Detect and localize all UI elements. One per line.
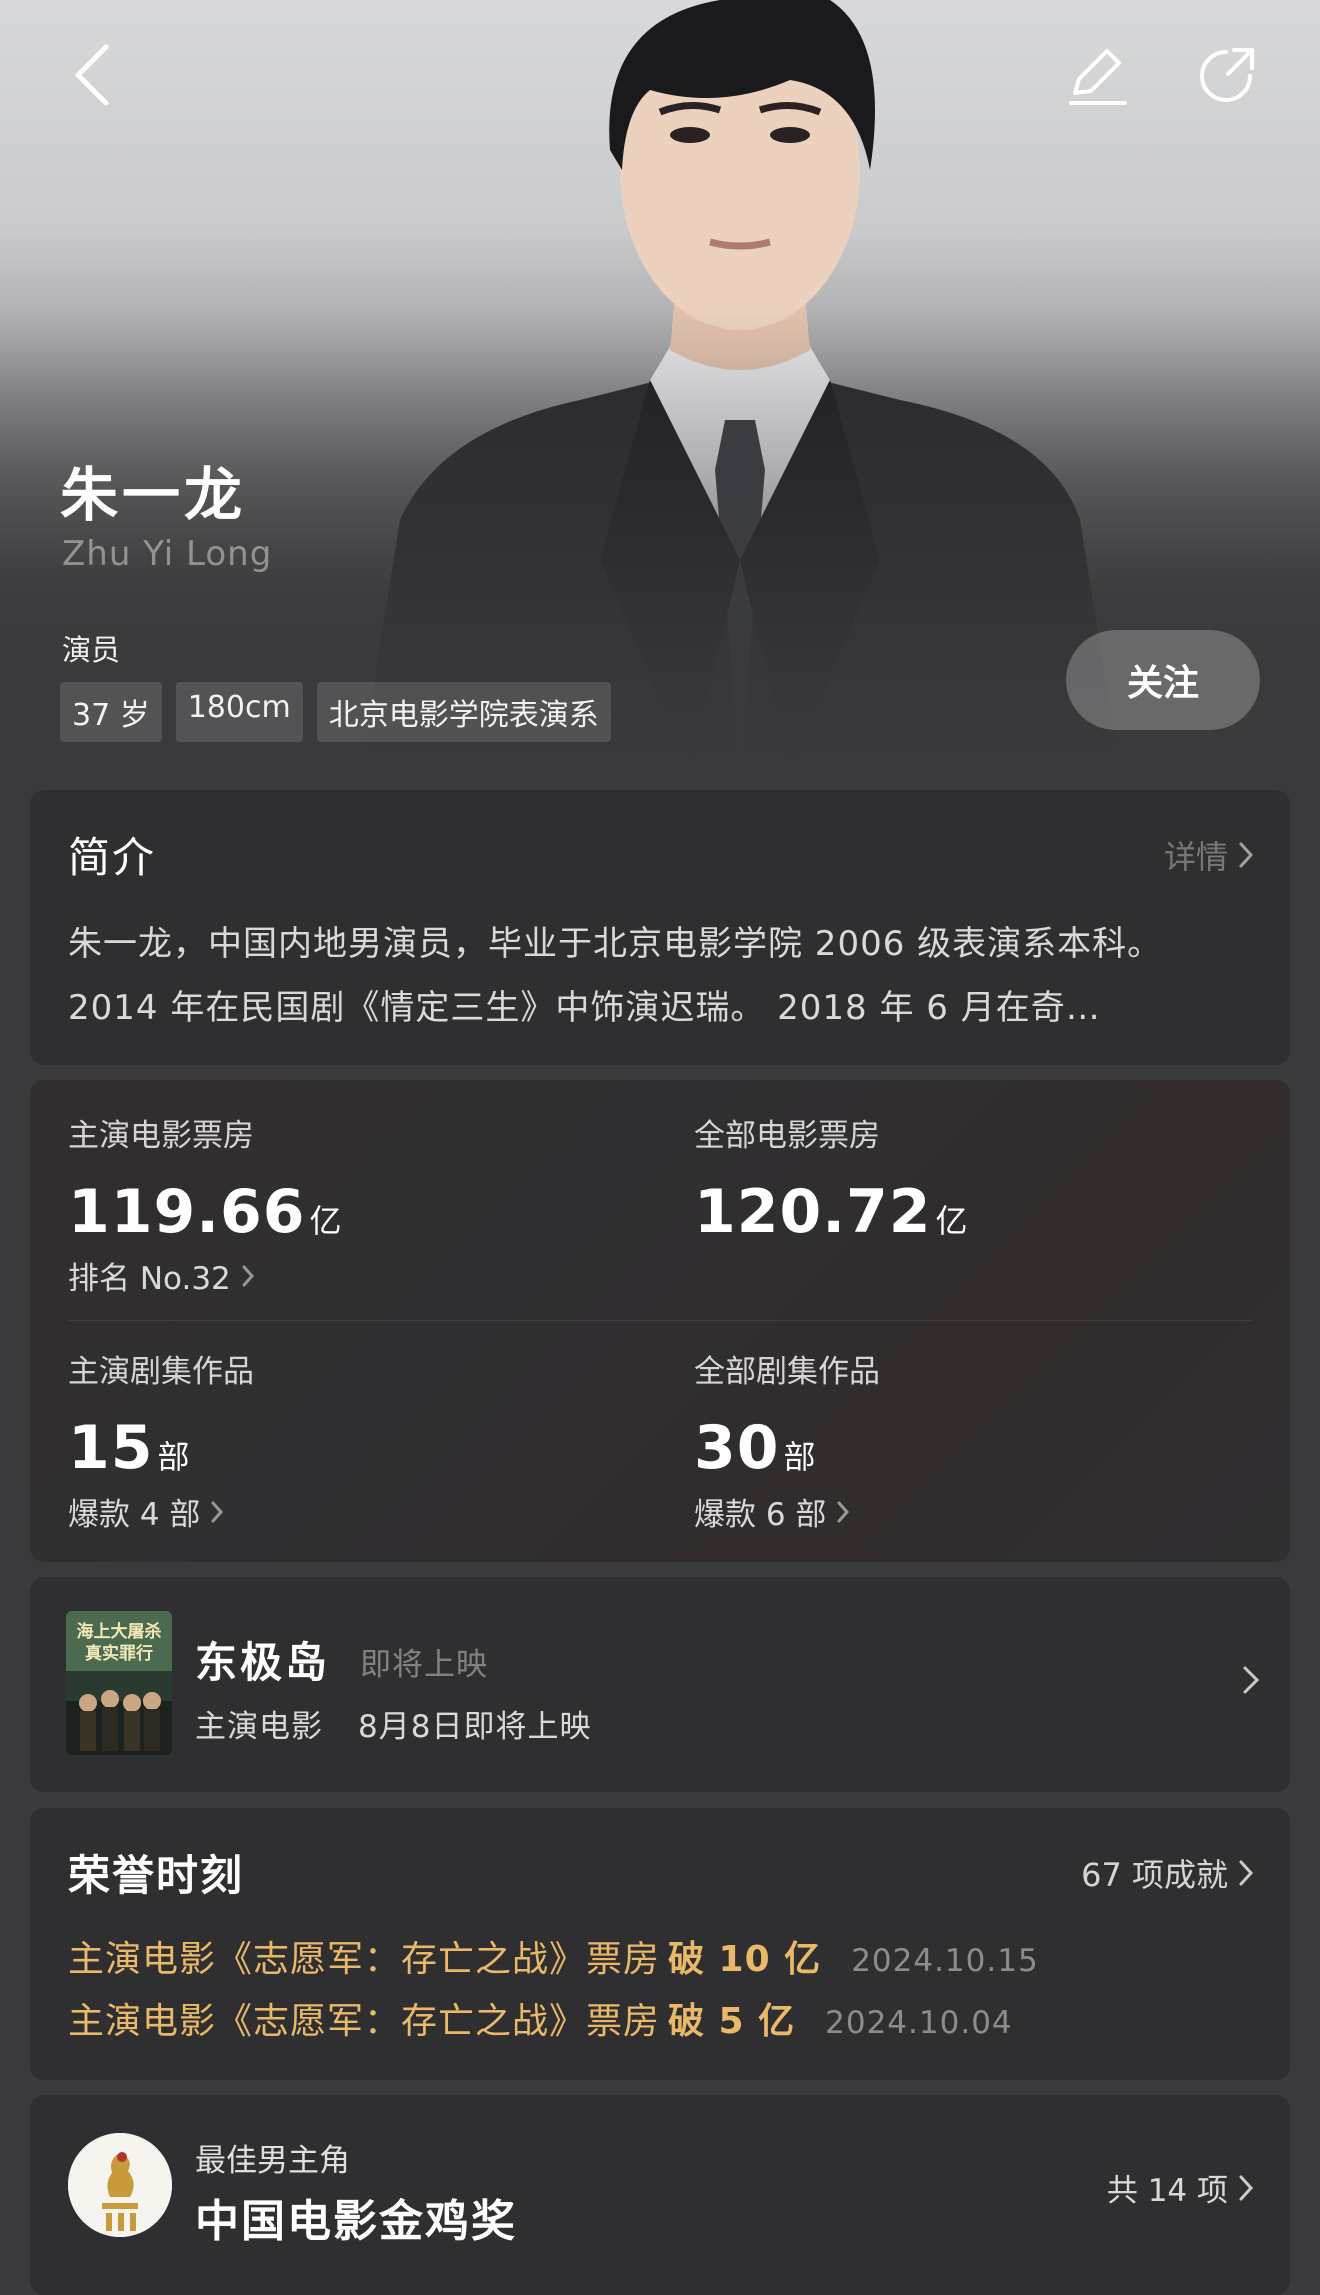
stat-value: 120.72 [694,1177,932,1247]
back-chevron-icon[interactable] [54,38,128,112]
stat-unit: 部 [783,1438,816,1476]
chevron-right-icon [1239,842,1254,868]
intro-details-link[interactable]: 详情 [1164,832,1254,878]
lead-series-stat[interactable]: 主演剧集作品 15 部 爆款 4 部 [68,1346,628,1534]
stat-value: 119.66 [68,1177,306,1247]
hit-series-link[interactable]: 爆款 6 部 [694,1489,1254,1534]
poster-text: 真实罪行 [85,1643,153,1664]
golden-rooster-logo-icon [68,2133,172,2237]
lead-box-office-stat[interactable]: 主演电影票房 119.66 亿 排名 No.32 [68,1110,628,1298]
honors-count: 67 项成就 [1081,1856,1228,1894]
stats-card: 主演电影票房 119.66 亿 排名 No.32 全部电影票房 120.72 亿… [30,1080,1290,1562]
hit-series-label: 爆款 6 部 [694,1497,827,1533]
movie-title: 东极岛 [195,1638,331,1687]
award-count-link[interactable]: 共 14 项 [1107,2165,1254,2210]
stats-divider [68,1320,1252,1321]
all-series-stat[interactable]: 全部剧集作品 30 部 爆款 6 部 [694,1346,1254,1534]
stat-value: 30 [694,1413,780,1483]
age-tag: 37 岁 [60,682,162,742]
chevron-right-icon [211,1501,224,1522]
movie-type: 主演电影 [195,1709,323,1745]
honor-item[interactable]: 主演电影《志愿军：存亡之战》票房 破 10 亿 2024.10.15 [68,1930,1039,1982]
honors-card[interactable]: 荣誉时刻 67 项成就 主演电影《志愿军：存亡之战》票房 破 10 亿 2024… [30,1808,1290,2080]
actor-pinyin-name: Zhu Yi Long [62,534,273,574]
school-tag: 北京电影学院表演系 [316,682,611,742]
honors-count-link[interactable]: 67 项成就 [1081,1850,1254,1896]
honor-item[interactable]: 主演电影《志愿军：存亡之战》票房 破 5 亿 2024.10.04 [68,1992,1013,2044]
award-name: 中国电影金鸡奖 [195,2196,517,2247]
chevron-right-icon [1239,2175,1254,2200]
poster-text: 海上大屠杀 [77,1621,162,1642]
actor-role: 演员 [62,633,121,667]
ranking-link[interactable]: 排名 No.32 [68,1253,628,1298]
follow-button[interactable]: 关注 [1066,630,1260,730]
intro-text: 朱一龙，中国内地男演员，毕业于北京电影学院 2006 级表演系本科。 2014 … [68,924,1163,1028]
chevron-right-icon [1242,1665,1260,1699]
stat-label: 主演电影票房 [68,1118,254,1154]
honor-text: 主演电影《志愿军：存亡之战》票房 [68,1939,661,1980]
ranking-label: 排名 No.32 [68,1261,231,1297]
chevron-right-icon [837,1501,850,1522]
honor-date: 2024.10.15 [851,1943,1039,1979]
movie-status: 即将上映 [360,1647,488,1683]
profile-hero: 朱一龙 Zhu Yi Long 演员 37 岁 180cm 北京电影学院表演系 … [0,0,1320,770]
release-date: 8月8日即将上映 [358,1709,592,1745]
stat-label: 全部电影票房 [694,1118,880,1154]
actor-name: 朱一龙 [60,461,247,529]
profile-tags: 37 岁 180cm 北京电影学院表演系 [60,682,611,742]
upcoming-movie-card[interactable]: 海上大屠杀 真实罪行 东极岛 即将上映 主演电影 8月8日即将上映 [30,1577,1290,1792]
award-category: 最佳男主角 [195,2143,350,2179]
hit-series-label: 爆款 4 部 [68,1497,201,1533]
stat-unit: 亿 [309,1202,342,1240]
intro-title: 简介 [68,833,157,882]
honor-date: 2024.10.04 [825,2005,1013,2041]
all-box-office-stat: 全部电影票房 120.72 亿 [694,1110,1254,1247]
hit-series-link[interactable]: 爆款 4 部 [68,1489,628,1534]
movie-poster: 海上大屠杀 真实罪行 [66,1611,172,1755]
height-tag: 180cm [175,682,303,742]
stat-unit: 亿 [935,1202,968,1240]
pencil-icon[interactable] [1060,38,1134,112]
award-count: 共 14 项 [1106,2173,1228,2209]
honor-highlight: 破 10 亿 [668,1939,822,1980]
honors-title: 荣誉时刻 [68,1851,245,1900]
intro-card[interactable]: 简介 详情 朱一龙，中国内地男演员，毕业于北京电影学院 2006 级表演系本科。… [30,790,1290,1065]
stat-label: 主演剧集作品 [68,1354,254,1390]
stat-value: 15 [68,1413,154,1483]
honor-highlight: 破 5 亿 [668,2001,796,2042]
honor-text: 主演电影《志愿军：存亡之战》票房 [68,2001,661,2042]
chevron-right-icon [1239,1860,1254,1886]
intro-details-label: 详情 [1163,838,1228,876]
stat-label: 全部剧集作品 [694,1354,880,1390]
award-card[interactable]: 最佳男主角 中国电影金鸡奖 共 14 项 [30,2095,1290,2295]
chevron-right-icon [242,1265,254,1286]
stat-unit: 部 [157,1438,190,1476]
share-icon[interactable] [1190,38,1264,112]
